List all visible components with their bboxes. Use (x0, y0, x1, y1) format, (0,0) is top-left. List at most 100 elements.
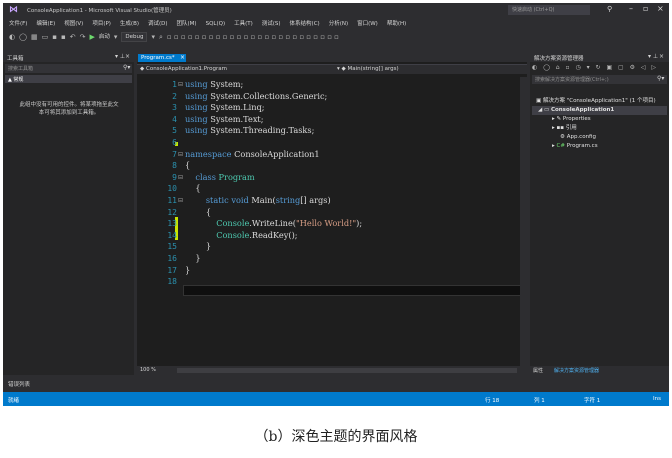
collapse-icon[interactable]: ⊟ (178, 195, 184, 207)
menu-build[interactable]: 生成(B) (120, 19, 139, 29)
zoom-level-select[interactable]: 100 % (140, 367, 156, 373)
status-insert-mode: Ins (653, 396, 661, 402)
code-line: using System.Text; (185, 113, 264, 124)
tree-item-references[interactable]: ▸ ▪▪ 引用 (552, 124, 577, 133)
toolbox-search-input[interactable]: 搜索工具箱 ⚲▾ (5, 64, 132, 73)
code-line: Console.WriteLine("Hello World!"); (216, 218, 363, 229)
status-ready: 就绪 (8, 398, 20, 404)
project-icon: ▭ (543, 107, 550, 113)
class-dropdown[interactable]: ◆ ConsoleApplication1.Program (140, 66, 340, 72)
vertical-scrollbar[interactable] (520, 77, 527, 366)
status-line: 行 18 (485, 398, 500, 404)
solution-explorer-toolbar-icons[interactable]: ◐ ◯ ⌂ ▫ ◷ ▾ ↻ ▣ ▢ ⚙ ◁ ▷ (532, 64, 667, 73)
new-project-icon[interactable]: ▦ (31, 31, 38, 43)
expand-icon[interactable]: ▸ (552, 116, 555, 122)
tab-properties[interactable]: 属性 (533, 367, 543, 374)
code-line: { (185, 206, 212, 217)
menu-window[interactable]: 窗口(W) (357, 19, 378, 29)
pin-icon[interactable]: ▾ ⊥ (115, 53, 125, 60)
line-number: 11 (167, 196, 177, 205)
save-all-icon[interactable]: ▪ (61, 31, 66, 43)
member-dropdown[interactable]: ▾ ◆ Main(string[] args) (337, 66, 517, 72)
tree-item-label: App.config (566, 134, 597, 140)
code-line: { (185, 183, 201, 194)
tree-item-program-cs[interactable]: ▸ C# Program.cs (552, 142, 598, 151)
start-icon[interactable]: ▶ (89, 33, 94, 41)
pin-icon[interactable]: ▾ ⊥ (648, 53, 658, 60)
maximize-button[interactable]: ▫ (643, 4, 648, 13)
expand-icon[interactable]: ▸ (552, 143, 555, 149)
close-button[interactable]: × (657, 4, 664, 13)
menu-project[interactable]: 项目(P) (92, 19, 111, 29)
line-number: 16 (167, 254, 177, 263)
menu-architecture[interactable]: 体系结构(C) (290, 19, 320, 29)
solution-config-select[interactable]: Debug (121, 32, 148, 42)
tree-item-app-config[interactable]: ⚙ App.config (560, 133, 596, 142)
config-file-icon: ⚙ (560, 134, 565, 140)
expand-icon[interactable]: ◢ (532, 107, 542, 113)
menu-edit[interactable]: 编辑(E) (36, 19, 55, 29)
tree-solution-node[interactable]: ▣ 解决方案 "ConsoleApplication1" (1 个项目) (536, 97, 656, 106)
code-line: using System.Threading.Tasks; (185, 125, 315, 136)
close-icon[interactable]: × (659, 53, 664, 60)
chevron-down-icon[interactable]: ▾ (114, 31, 118, 43)
undo-icon[interactable]: ↶ (70, 31, 76, 43)
redo-icon[interactable]: ↷ (80, 31, 86, 43)
status-character: 字符 1 (584, 398, 601, 404)
status-bar: 就绪 行 18 列 1 字符 1 Ins (3, 392, 669, 406)
code-line: } (185, 264, 191, 275)
code-line: } (185, 241, 212, 252)
toolbox-panel: 工具箱 ▾ ⊥ × 搜索工具箱 ⚲▾ ▲ 常规 此组中没有可用的控件。将某项拖至… (3, 53, 134, 375)
solution-explorer-panel: 解决方案资源管理器 ▾ ⊥ × ◐ ◯ ⌂ ▫ ◷ ▾ ↻ ▣ ▢ ⚙ ◁ ▷ … (530, 53, 669, 375)
find-icon[interactable]: ⌕ (159, 31, 163, 43)
close-icon[interactable]: × (180, 54, 185, 62)
back-icon[interactable]: ◐ (9, 31, 15, 43)
tab-program-cs[interactable]: Program.cs* × (138, 54, 186, 62)
line-number: 5 (172, 126, 177, 136)
line-number: 9 (172, 172, 177, 182)
collapse-icon[interactable]: ⊟ (178, 79, 184, 91)
tab-solution-explorer[interactable]: 解决方案资源管理器 (554, 367, 599, 374)
toolbox-title: 工具箱 (7, 56, 24, 62)
tab-error-list[interactable]: 错误列表 (8, 380, 30, 388)
solution-explorer-title: 解决方案资源管理器 (534, 56, 584, 62)
navigation-bar: ◆ ConsoleApplication1.Program ▾ ◆ Main(s… (137, 64, 527, 74)
menu-sql[interactable]: SQL(Q) (206, 19, 226, 29)
menu-test[interactable]: 测试(S) (262, 19, 281, 29)
chevron-down-icon[interactable]: ▾ (151, 31, 155, 43)
toolbar-extra-icons[interactable]: ▫ ▫ ▫ ▫ ▫ ▫ ▫ ▫ ▫ ▫ ▫ ▫ ▫ ▫ ▫ ▫ ▫ ▫ ▫ ▫ … (167, 31, 339, 43)
toolbox-group-general[interactable]: ▲ 常规 (5, 75, 132, 83)
tree-item-properties[interactable]: ▸ ✎ Properties (552, 115, 591, 124)
menu-view[interactable]: 视图(V) (64, 19, 83, 29)
expand-icon[interactable]: ▸ (552, 125, 555, 131)
menu-debug[interactable]: 调试(D) (148, 19, 168, 29)
minimize-button[interactable]: – (629, 4, 633, 13)
menu-help[interactable]: 帮助(H) (387, 19, 406, 29)
quick-launch-input[interactable]: 快速启动 (Ctrl+Q) (508, 5, 590, 15)
line-number: 3 (172, 103, 177, 113)
save-icon[interactable]: ▪ (52, 31, 57, 43)
collapse-icon[interactable]: ⊟ (178, 172, 184, 184)
menu-team[interactable]: 团队(M) (177, 19, 197, 29)
search-icon[interactable]: ⚲ (607, 5, 612, 13)
search-icon[interactable]: ⚲▾ (657, 75, 664, 82)
line-number: 14 (167, 230, 177, 240)
search-icon[interactable]: ⚲▾ (123, 64, 130, 71)
start-button[interactable]: 启动 (99, 31, 110, 43)
solution-explorer-search-input[interactable]: 搜索解决方案资源管理器(Ctrl+;) ⚲▾ (532, 75, 667, 84)
horizontal-scrollbar[interactable] (177, 368, 517, 373)
menu-tools[interactable]: 工具(T) (234, 19, 253, 29)
open-file-icon[interactable]: ▭ (42, 31, 49, 43)
code-line: namespace ConsoleApplication1 (185, 148, 320, 159)
tree-solution-label: 解决方案 "ConsoleApplication1" (1 个项目) (542, 98, 656, 104)
forward-icon[interactable]: ◯ (19, 31, 27, 43)
menu-analyze[interactable]: 分析(N) (329, 19, 348, 29)
collapse-icon[interactable]: ⊟ (178, 149, 184, 161)
close-icon[interactable]: × (125, 53, 130, 60)
menu-file[interactable]: 文件(F) (9, 19, 27, 29)
standard-toolbar: ◐ ◯ ▦ ▭ ▪ ▪ ↶ ↷ ▶ 启动 ▾ Debug ▾ ⌕ ▫ ▫ ▫ ▫… (3, 31, 669, 43)
code-line: } (185, 253, 201, 263)
tree-project-node[interactable]: ◢ ▭ ConsoleApplication1 (532, 106, 667, 115)
line-number: 1 (172, 80, 177, 89)
title-bar: ⋈ ConsoleApplication1 - Microsoft Visual… (3, 3, 669, 17)
